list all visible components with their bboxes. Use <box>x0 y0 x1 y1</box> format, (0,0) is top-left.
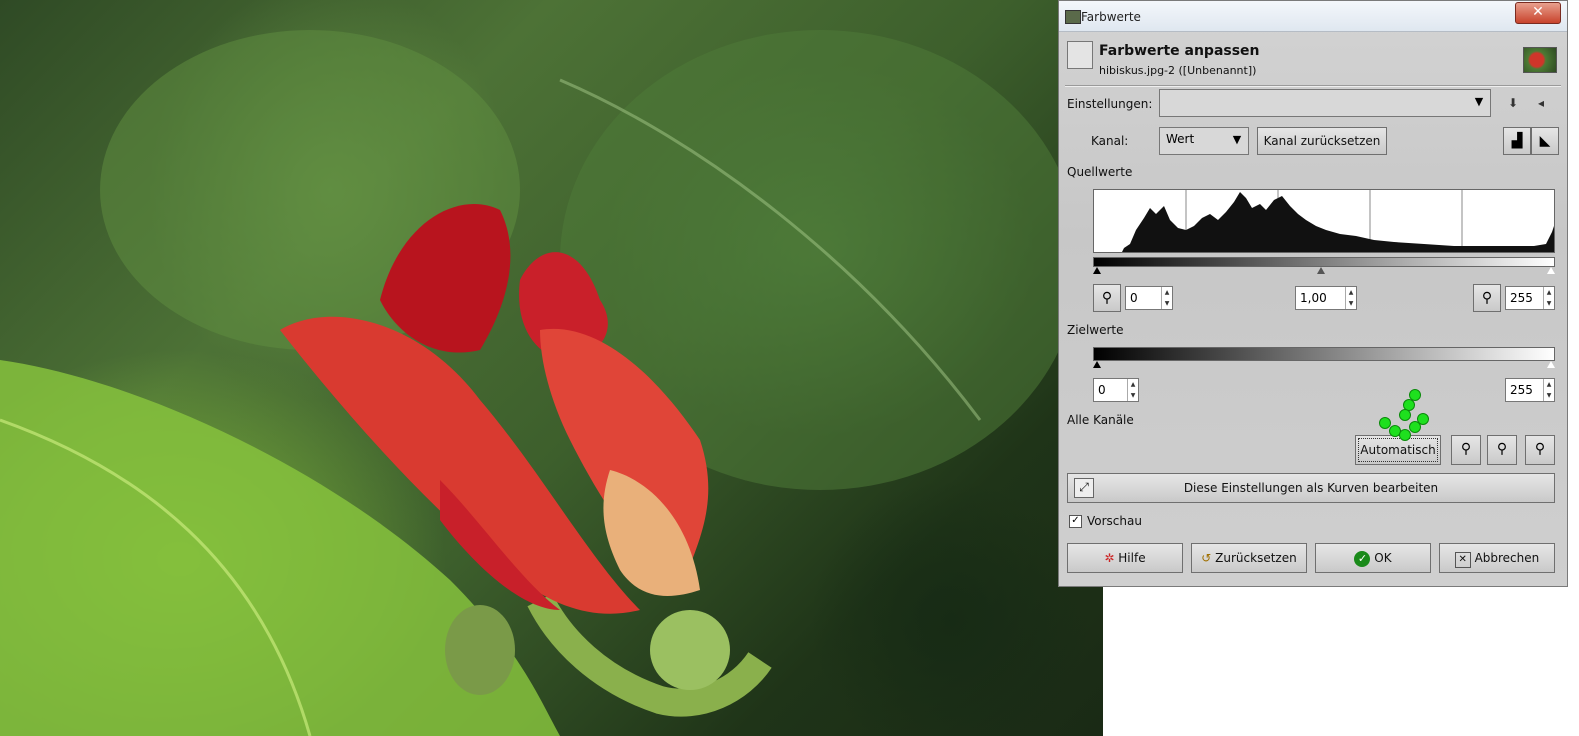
linear-histogram-icon: ▟ <box>1511 133 1523 149</box>
title-bar: Farbwerte ✕ <box>1059 1 1567 32</box>
settings-combo[interactable]: ▼ <box>1159 89 1491 117</box>
close-button[interactable]: ✕ <box>1515 2 1561 24</box>
check-icon: ✓ <box>1354 551 1371 567</box>
reset-icon: ↺ <box>1201 551 1216 565</box>
white-point-handle[interactable] <box>1547 267 1555 274</box>
photo-canvas <box>0 0 1103 736</box>
pick-gray-button[interactable]: ⚲ <box>1487 435 1517 465</box>
all-channels-label: Alle Kanäle <box>1067 413 1134 427</box>
target-low-handle[interactable] <box>1093 361 1101 368</box>
dialog-heading: Farbwerte anpassen <box>1099 43 1260 59</box>
log-histogram-button[interactable]: ◣ <box>1531 127 1559 155</box>
target-gradient <box>1093 347 1555 361</box>
eyedropper-icon: ⚲ <box>1481 290 1493 306</box>
channel-label: Kanal: <box>1091 134 1129 148</box>
app-icon <box>1065 10 1081 24</box>
source-high-input[interactable]: 255 ▲ ▼ <box>1505 286 1555 310</box>
preview-checkbox[interactable]: ✓ <box>1069 515 1082 528</box>
image-name: hibiskus.jpg-2 ([Unbenannt]) <box>1099 64 1257 77</box>
spin-arrows-icon[interactable]: ▲ ▼ <box>1543 287 1554 309</box>
preset-menu-icon[interactable]: ◂ <box>1533 95 1549 111</box>
settings-label: Einstellungen: <box>1067 97 1153 111</box>
target-low-input[interactable]: 0 ▲ ▼ <box>1093 378 1139 402</box>
spin-arrows-icon[interactable]: ▲ ▼ <box>1127 379 1138 401</box>
eyedropper-icon: ⚲ <box>1496 441 1508 457</box>
reset-button[interactable]: ↺ Zurücksetzen <box>1191 543 1307 573</box>
linear-histogram-button[interactable]: ▟ <box>1503 127 1531 155</box>
close-icon: ✕ <box>1454 552 1471 568</box>
ok-button[interactable]: ✓ OK <box>1315 543 1431 573</box>
reset-channel-button[interactable]: Kanal zurücksetzen <box>1257 127 1387 155</box>
hibiscus-photo <box>0 30 1080 736</box>
help-icon: ✲ <box>1104 551 1119 565</box>
source-low-input[interactable]: 0 ▲ ▼ <box>1125 286 1173 310</box>
levels-icon <box>1067 41 1093 69</box>
image-thumbnail <box>1523 47 1557 73</box>
pick-black-button[interactable]: ⚲ <box>1451 435 1481 465</box>
cancel-button[interactable]: ✕ Abbrechen <box>1439 543 1555 573</box>
source-gradient <box>1093 257 1555 267</box>
preview-label: Vorschau <box>1087 514 1142 528</box>
log-histogram-icon: ◣ <box>1539 133 1551 149</box>
auto-button[interactable]: Automatisch <box>1355 435 1441 465</box>
histogram-graph <box>1122 190 1554 252</box>
help-button[interactable]: ✲ Hilfe <box>1067 543 1183 573</box>
target-high-input[interactable]: 255 ▲ ▼ <box>1505 378 1555 402</box>
save-preset-icon[interactable]: ⬇ <box>1505 95 1521 111</box>
gamma-handle[interactable] <box>1317 267 1325 274</box>
target-label: Zielwerte <box>1067 323 1124 337</box>
target-high-handle[interactable] <box>1547 361 1555 368</box>
white-point-picker[interactable]: ⚲ <box>1473 284 1501 312</box>
eyedropper-icon: ⚲ <box>1460 441 1472 457</box>
chevron-down-icon: ▼ <box>1232 133 1242 146</box>
spin-arrows-icon[interactable]: ▲ ▼ <box>1345 287 1356 309</box>
pick-white-button[interactable]: ⚲ <box>1525 435 1555 465</box>
channel-combo[interactable]: Wert ▼ <box>1159 127 1249 155</box>
eyedropper-icon: ⚲ <box>1534 441 1546 457</box>
edit-as-curves-button[interactable]: ⤢ Diese Einstellungen als Kurven bearbei… <box>1067 473 1555 503</box>
levels-dialog: Farbwerte ✕ Farbwerte anpassen hibiskus.… <box>1058 0 1568 587</box>
spin-arrows-icon[interactable]: ▲ ▼ <box>1543 379 1554 401</box>
gamma-input[interactable]: 1,00 ▲ ▼ <box>1295 286 1357 310</box>
source-label: Quellwerte <box>1067 165 1133 179</box>
divider <box>1065 85 1561 87</box>
spin-arrows-icon[interactable]: ▲ ▼ <box>1161 287 1172 309</box>
histogram <box>1093 189 1555 253</box>
black-point-picker[interactable]: ⚲ <box>1093 284 1121 312</box>
chevron-down-icon: ▼ <box>1474 95 1484 108</box>
black-point-handle[interactable] <box>1093 267 1101 274</box>
window-title: Farbwerte <box>1081 10 1141 24</box>
curves-icon: ⤢ <box>1074 478 1094 498</box>
eyedropper-icon: ⚲ <box>1101 290 1113 306</box>
close-icon: ✕ <box>1532 4 1544 20</box>
